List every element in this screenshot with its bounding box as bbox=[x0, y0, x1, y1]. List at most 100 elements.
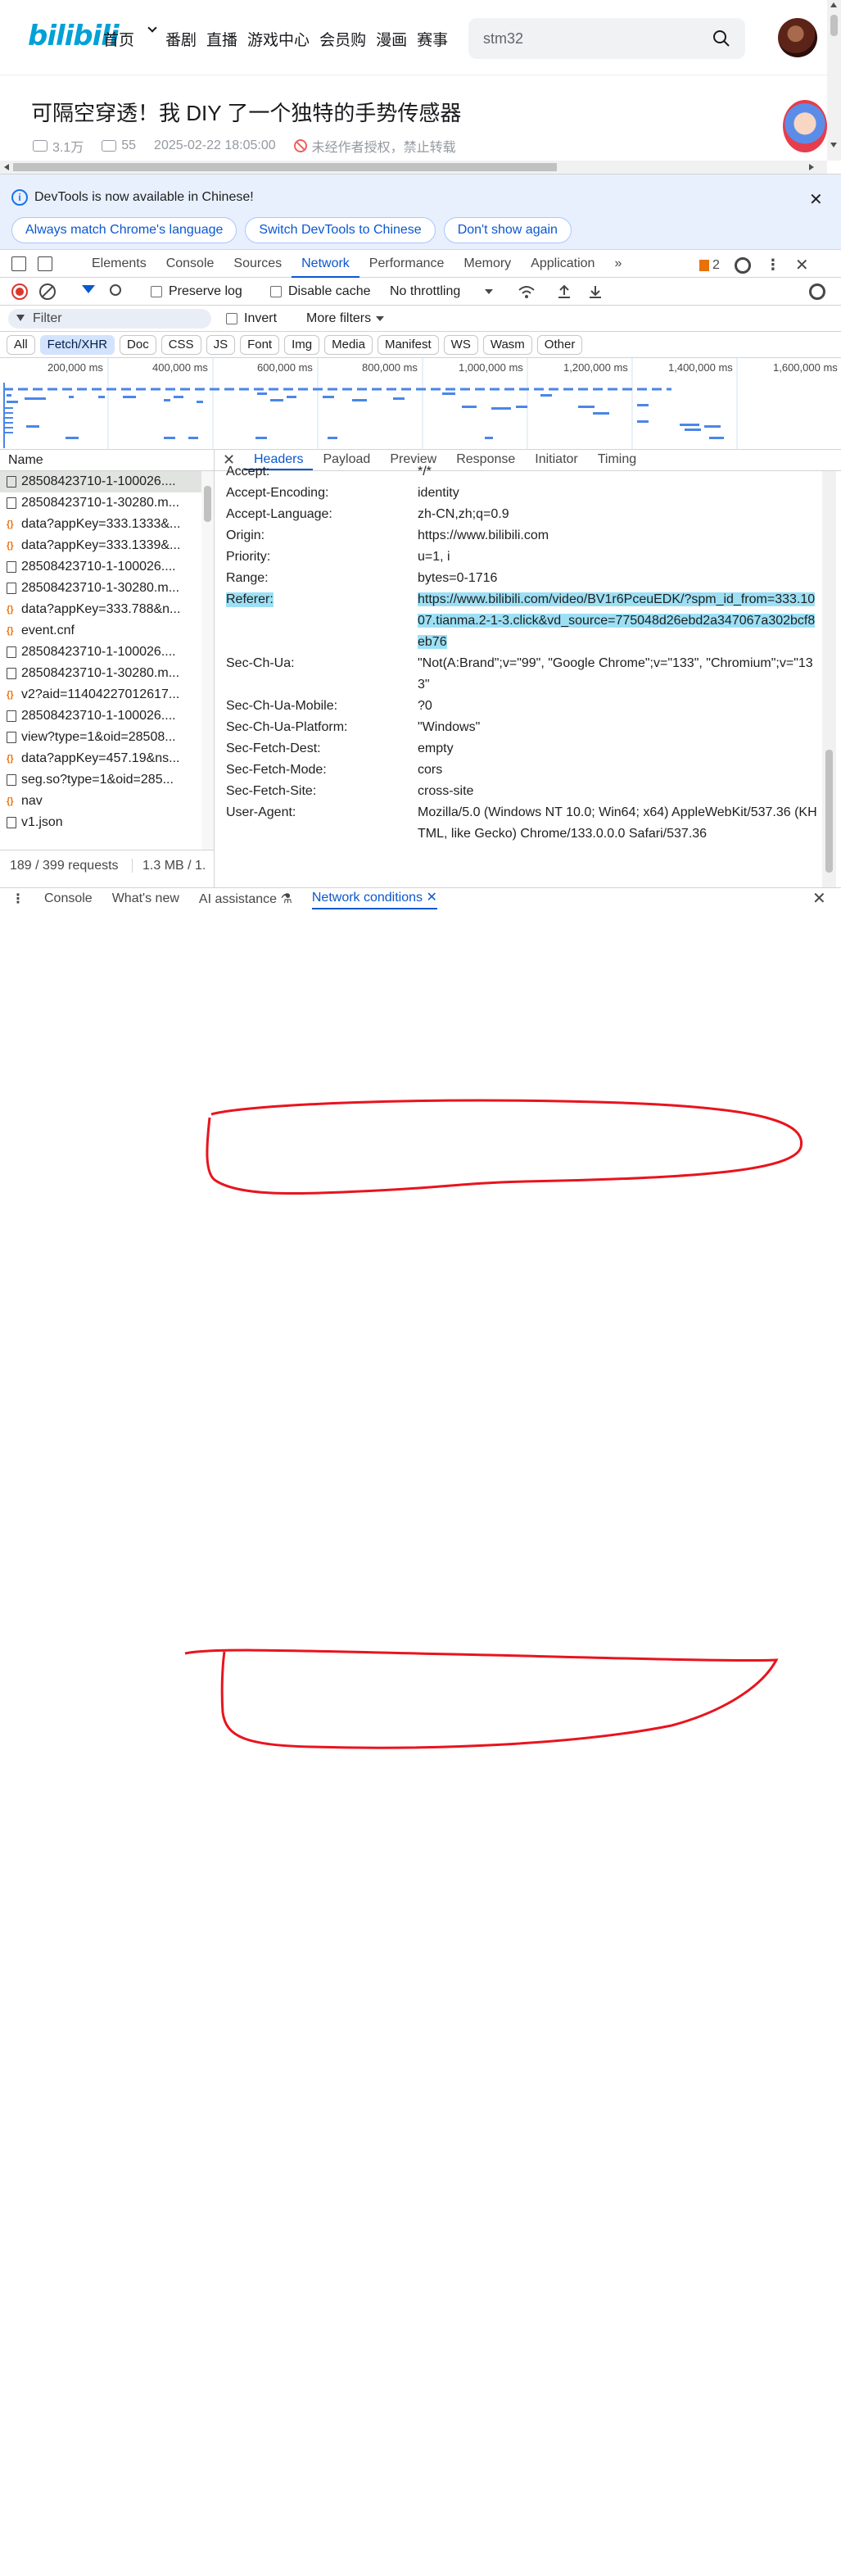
detail-scroll-thumb[interactable] bbox=[825, 750, 833, 873]
more-options-icon[interactable]: ⋮ bbox=[766, 256, 780, 274]
header-value[interactable]: Mozilla/5.0 (Windows NT 10.0; Win64; x64… bbox=[418, 802, 821, 845]
tab-elements[interactable]: Elements bbox=[82, 250, 156, 278]
filter-fetch-xhr[interactable]: Fetch/XHR bbox=[39, 335, 115, 355]
scroll-right-arrow-icon[interactable] bbox=[809, 164, 814, 170]
nav-mall[interactable]: 会员购 bbox=[319, 28, 366, 50]
header-key[interactable]: Sec-Ch-Ua: bbox=[226, 656, 295, 671]
header-value[interactable]: u=1, i bbox=[418, 550, 821, 565]
drawer-tab-whats-new[interactable]: What's new bbox=[112, 891, 179, 906]
request-row[interactable]: 28508423710-1-100026.... bbox=[0, 705, 201, 727]
match-language-button[interactable]: Always match Chrome's language bbox=[11, 217, 237, 243]
tab-sources[interactable]: Sources bbox=[224, 250, 292, 278]
header-value[interactable]: "Not(A:Brand";v="99", "Google Chrome";v=… bbox=[418, 653, 821, 696]
request-row[interactable]: {} event.cnf bbox=[0, 620, 201, 642]
scroll-down-arrow-icon[interactable] bbox=[830, 143, 837, 147]
request-row[interactable]: view?type=1&oid=28508... bbox=[0, 727, 201, 748]
header-value[interactable]: cross-site bbox=[418, 784, 821, 799]
header-key[interactable]: Sec-Ch-Ua-Platform: bbox=[226, 720, 347, 735]
header-key[interactable]: Accept: bbox=[226, 465, 269, 479]
inspect-element-icon[interactable] bbox=[11, 256, 26, 271]
close-tab-icon[interactable]: ✕ bbox=[426, 891, 436, 905]
chevron-down-icon[interactable] bbox=[147, 23, 157, 33]
request-row[interactable]: 28508423710-1-30280.m... bbox=[0, 492, 201, 514]
horizontal-scrollbar[interactable] bbox=[0, 161, 827, 174]
filter-manifest[interactable]: Manifest bbox=[377, 335, 439, 355]
search-icon[interactable] bbox=[712, 29, 730, 48]
issues-badge[interactable]: 2 bbox=[699, 258, 720, 273]
more-tabs-icon[interactable]: » bbox=[604, 250, 631, 278]
nav-live[interactable]: 直播 bbox=[206, 28, 237, 50]
scroll-thumb[interactable] bbox=[830, 15, 838, 36]
request-row[interactable]: 28508423710-1-100026.... bbox=[0, 642, 201, 663]
detail-scrollbar[interactable] bbox=[822, 471, 836, 887]
header-value[interactable]: https://www.bilibili.com/video/BV1r6Pceu… bbox=[418, 589, 821, 653]
filter-font[interactable]: Font bbox=[240, 335, 280, 355]
filter-other[interactable]: Other bbox=[536, 335, 583, 355]
request-row[interactable]: seg.so?type=1&oid=285... bbox=[0, 769, 201, 791]
search-input[interactable]: stm32 bbox=[468, 18, 745, 59]
filter-doc[interactable]: Doc bbox=[120, 335, 156, 355]
request-list-scroll-thumb[interactable] bbox=[204, 486, 211, 522]
import-har-icon[interactable] bbox=[557, 283, 572, 300]
header-value[interactable]: https://www.bilibili.com bbox=[418, 528, 821, 543]
close-icon[interactable]: ✕ bbox=[809, 189, 823, 210]
preserve-log-checkbox[interactable] bbox=[151, 286, 162, 297]
more-filters-dropdown[interactable]: More filters bbox=[306, 311, 385, 326]
request-row[interactable]: 28508423710-1-100026.... bbox=[0, 471, 201, 492]
header-key[interactable]: Sec-Ch-Ua-Mobile: bbox=[226, 699, 337, 714]
filter-all[interactable]: All bbox=[7, 335, 35, 355]
network-overview-timeline[interactable]: 200,000 ms 400,000 ms 600,000 ms 800,000… bbox=[0, 358, 841, 450]
filter-wasm[interactable]: Wasm bbox=[482, 335, 532, 355]
header-key[interactable]: Origin: bbox=[226, 528, 265, 543]
request-row[interactable]: {} nav bbox=[0, 791, 201, 812]
header-key[interactable]: Range: bbox=[226, 571, 269, 586]
header-key[interactable]: Sec-Fetch-Site: bbox=[226, 784, 316, 799]
request-row[interactable]: 28508423710-1-100026.... bbox=[0, 556, 201, 578]
request-row[interactable]: 28508423710-1-30280.m... bbox=[0, 663, 201, 684]
request-row[interactable]: {} data?appKey=457.19&ns... bbox=[0, 748, 201, 769]
tab-network[interactable]: Network bbox=[292, 250, 359, 278]
header-value[interactable]: zh-CN,zh;q=0.9 bbox=[418, 507, 821, 522]
scroll-up-arrow-icon[interactable] bbox=[830, 2, 837, 7]
name-column-header[interactable]: Name bbox=[0, 450, 214, 471]
header-key[interactable]: Accept-Encoding: bbox=[226, 486, 328, 501]
close-devtools-icon[interactable]: ✕ bbox=[795, 255, 809, 275]
nav-home[interactable]: 首页 bbox=[103, 28, 134, 50]
header-key[interactable]: User-Agent: bbox=[226, 805, 296, 820]
network-conditions-icon[interactable] bbox=[518, 284, 536, 299]
filter-css[interactable]: CSS bbox=[161, 335, 201, 355]
device-toolbar-icon[interactable] bbox=[38, 256, 52, 271]
nav-esports[interactable]: 赛事 bbox=[417, 28, 448, 50]
header-key[interactable]: Sec-Fetch-Dest: bbox=[226, 742, 321, 756]
drawer-menu-icon[interactable]: ⋮ bbox=[11, 891, 25, 907]
tab-performance[interactable]: Performance bbox=[359, 250, 454, 278]
nav-manga[interactable]: 漫画 bbox=[376, 28, 407, 50]
hscroll-thumb[interactable] bbox=[13, 163, 557, 171]
request-row[interactable]: {} v2?aid=11404227012617... bbox=[0, 684, 201, 705]
record-icon[interactable] bbox=[11, 283, 28, 300]
clear-log-icon[interactable] bbox=[39, 283, 56, 300]
drawer-tab-console[interactable]: Console bbox=[44, 891, 93, 906]
request-row[interactable]: 28508423710-1-30280.m... bbox=[0, 578, 201, 599]
avatar[interactable] bbox=[778, 18, 817, 57]
switch-chinese-button[interactable]: Switch DevTools to Chinese bbox=[245, 217, 436, 243]
mascot-image[interactable] bbox=[783, 100, 827, 152]
filter-input[interactable]: Filter bbox=[8, 309, 211, 329]
tab-console[interactable]: Console bbox=[156, 250, 224, 278]
header-value[interactable]: cors bbox=[418, 763, 821, 778]
header-key[interactable]: Accept-Language: bbox=[226, 507, 332, 522]
request-row[interactable]: {} data?appKey=333.1339&... bbox=[0, 535, 201, 556]
header-key[interactable]: Priority: bbox=[226, 550, 270, 565]
filter-media[interactable]: Media bbox=[324, 335, 373, 355]
tab-memory[interactable]: Memory bbox=[454, 250, 521, 278]
drawer-tab-ai-assistance[interactable]: AI assistance ⚗ bbox=[199, 891, 292, 907]
header-value[interactable]: empty bbox=[418, 742, 821, 756]
header-value[interactable]: "Windows" bbox=[418, 720, 821, 735]
page-scrollbar[interactable] bbox=[827, 0, 841, 161]
dont-show-again-button[interactable]: Don't show again bbox=[443, 217, 572, 243]
disable-cache-checkbox[interactable] bbox=[270, 286, 282, 297]
filter-js[interactable]: JS bbox=[206, 335, 236, 355]
drawer-tab-network-conditions[interactable]: Network conditions ✕ bbox=[311, 888, 437, 909]
filter-icon[interactable] bbox=[82, 285, 95, 293]
filter-ws[interactable]: WS bbox=[443, 335, 478, 355]
